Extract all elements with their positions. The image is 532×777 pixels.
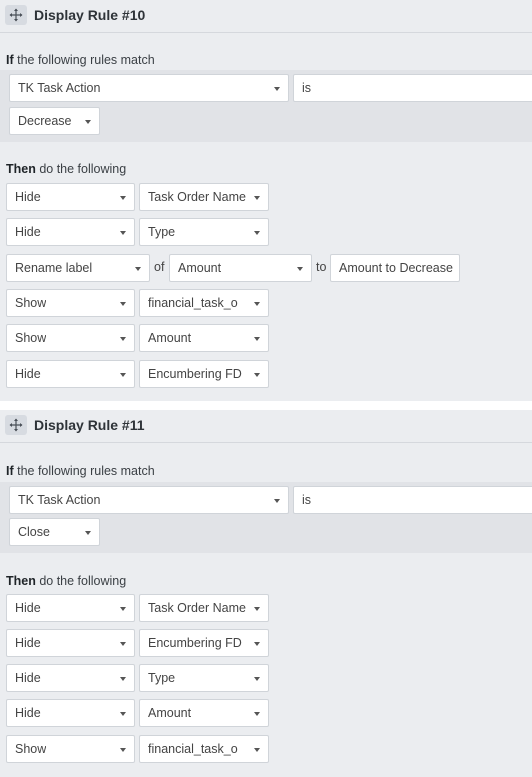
then-label: Then do the following — [6, 162, 127, 176]
move-arrows-icon — [9, 8, 23, 22]
rule-header: Display Rule #10 — [0, 0, 532, 33]
target-field-select[interactable]: Amount — [139, 324, 269, 352]
chevron-down-icon — [254, 677, 260, 681]
chevron-down-icon — [274, 87, 280, 91]
condition-field-select[interactable]: TK Task Action — [9, 74, 289, 102]
chevron-down-icon — [254, 373, 260, 377]
rule-title: Display Rule #10 — [34, 7, 146, 23]
new-label-input[interactable]: Amount to Decrease — [330, 254, 460, 282]
action-select[interactable]: Hide — [6, 629, 135, 657]
action-select[interactable]: Show — [6, 324, 135, 352]
to-label: to — [316, 260, 327, 274]
drag-handle[interactable] — [5, 415, 27, 435]
action-select[interactable]: Hide — [6, 664, 135, 692]
condition-value-select[interactable]: Decrease — [9, 107, 100, 135]
chevron-down-icon — [120, 373, 126, 377]
chevron-down-icon — [120, 607, 126, 611]
target-field-select[interactable]: Encumbering FD — [139, 360, 269, 388]
drag-handle[interactable] — [5, 5, 27, 25]
chevron-down-icon — [254, 607, 260, 611]
rule-header: Display Rule #11 — [0, 410, 532, 443]
target-field-select[interactable]: Type — [139, 664, 269, 692]
display-rule-10: Display Rule #10 If the following rules … — [0, 0, 532, 401]
condition-value-select[interactable]: Close — [9, 518, 100, 546]
then-label: Then do the following — [6, 574, 127, 588]
chevron-down-icon — [254, 712, 260, 716]
action-select[interactable]: Show — [6, 289, 135, 317]
action-select[interactable]: Rename label — [6, 254, 150, 282]
action-select[interactable]: Hide — [6, 218, 135, 246]
chevron-down-icon — [120, 231, 126, 235]
chevron-down-icon — [254, 748, 260, 752]
if-label: If the following rules match — [6, 464, 155, 478]
action-select[interactable]: Show — [6, 735, 135, 763]
action-select[interactable]: Hide — [6, 699, 135, 727]
target-field-select[interactable]: Task Order Name — [139, 594, 269, 622]
target-field-select[interactable]: Type — [139, 218, 269, 246]
of-label: of — [154, 260, 165, 274]
condition-operator-field[interactable]: is — [293, 74, 532, 102]
condition-field-select[interactable]: TK Task Action — [9, 486, 289, 514]
chevron-down-icon — [120, 642, 126, 646]
chevron-down-icon — [85, 531, 91, 535]
action-select[interactable]: Hide — [6, 183, 135, 211]
chevron-down-icon — [120, 677, 126, 681]
condition-operator-field[interactable]: is — [293, 486, 532, 514]
chevron-down-icon — [297, 267, 303, 271]
chevron-down-icon — [85, 120, 91, 124]
move-arrows-icon — [9, 418, 23, 432]
target-field-select[interactable]: financial_task_o — [139, 289, 269, 317]
target-field-select[interactable]: financial_task_o — [139, 735, 269, 763]
chevron-down-icon — [120, 196, 126, 200]
action-select[interactable]: Hide — [6, 360, 135, 388]
target-field-select[interactable]: Encumbering FD — [139, 629, 269, 657]
chevron-down-icon — [254, 196, 260, 200]
chevron-down-icon — [120, 302, 126, 306]
chevron-down-icon — [135, 267, 141, 271]
display-rule-11: Display Rule #11 If the following rules … — [0, 410, 532, 777]
chevron-down-icon — [120, 748, 126, 752]
target-field-select[interactable]: Amount — [169, 254, 312, 282]
chevron-down-icon — [254, 231, 260, 235]
chevron-down-icon — [254, 642, 260, 646]
chevron-down-icon — [120, 712, 126, 716]
target-field-select[interactable]: Amount — [139, 699, 269, 727]
chevron-down-icon — [120, 337, 126, 341]
target-field-select[interactable]: Task Order Name — [139, 183, 269, 211]
chevron-down-icon — [254, 337, 260, 341]
rule-title: Display Rule #11 — [34, 417, 145, 433]
action-select[interactable]: Hide — [6, 594, 135, 622]
rule-divider — [0, 401, 532, 410]
chevron-down-icon — [274, 499, 280, 503]
if-label: If the following rules match — [6, 53, 155, 67]
chevron-down-icon — [254, 302, 260, 306]
